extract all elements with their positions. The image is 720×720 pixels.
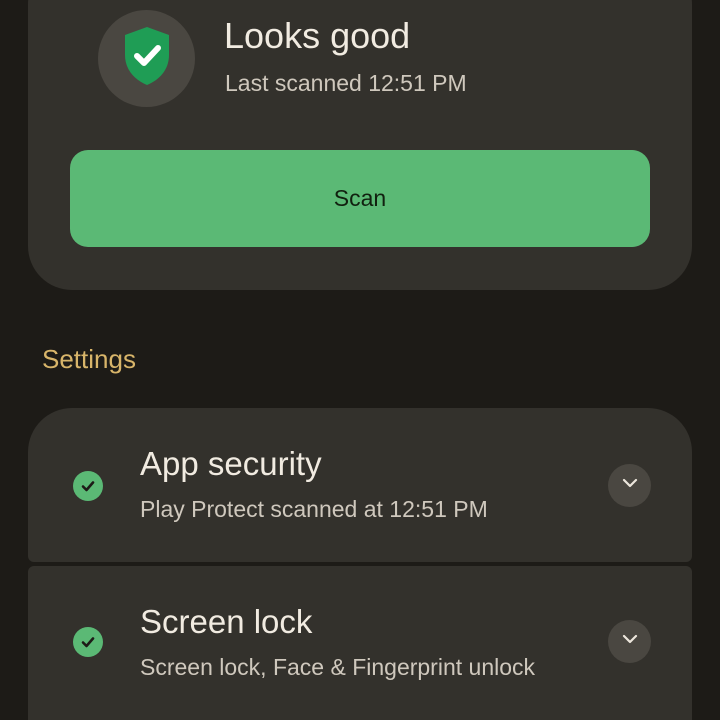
setting-title: App security xyxy=(140,445,322,482)
security-status-card: Looks good Last scanned 12:51 PM Scan xyxy=(28,0,692,290)
check-circle-icon xyxy=(73,627,103,657)
expand-button[interactable] xyxy=(608,620,651,663)
setting-item-screen-lock[interactable]: Screen lock Screen lock, Face & Fingerpr… xyxy=(28,566,692,720)
setting-subtitle: Play Protect scanned at 12:51 PM xyxy=(140,496,488,522)
setting-title: Screen lock xyxy=(140,603,313,640)
scan-button[interactable]: Scan xyxy=(70,150,650,247)
setting-subtitle: Screen lock, Face & Fingerprint unlock xyxy=(140,654,536,680)
last-scanned-text: Last scanned 12:51 PM xyxy=(225,70,467,96)
chevron-down-icon xyxy=(620,473,640,498)
shield-check-icon xyxy=(121,25,173,92)
settings-heading: Settings xyxy=(42,344,136,374)
chevron-down-icon xyxy=(620,629,640,654)
expand-button[interactable] xyxy=(608,464,651,507)
setting-item-app-security[interactable]: App security Play Protect scanned at 12:… xyxy=(28,408,692,562)
status-title: Looks good xyxy=(224,15,411,56)
shield-badge xyxy=(98,10,195,107)
security-screen: Looks good Last scanned 12:51 PM Scan Se… xyxy=(0,0,720,720)
check-circle-icon xyxy=(73,471,103,501)
